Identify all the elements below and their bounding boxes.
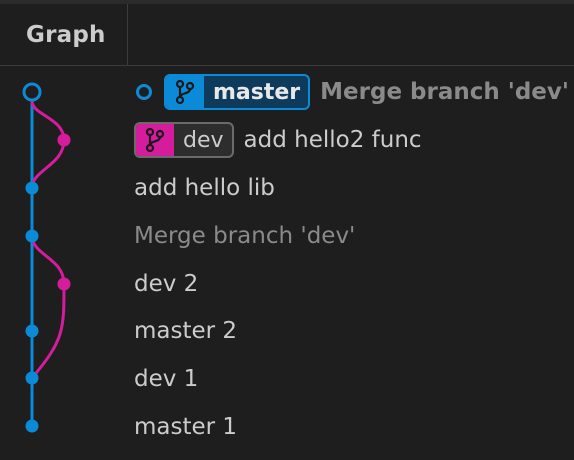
branch-icon	[166, 76, 204, 108]
commit-node-dev	[57, 133, 71, 147]
branch-badge-master[interactable]: master	[164, 74, 311, 110]
commit-message: dev 1	[134, 366, 199, 392]
dev-lane-curve-top	[30, 100, 66, 189]
commit-node	[25, 371, 39, 385]
commit-row[interactable]: master 1	[134, 403, 570, 451]
commit-message: add hello2 func	[243, 127, 422, 153]
commit-message: Merge branch 'dev'	[320, 79, 569, 105]
commit-row[interactable]: master 2	[134, 307, 570, 355]
commit-node	[25, 324, 39, 338]
commit-row[interactable]: master Merge branch 'dev'	[134, 68, 570, 116]
commit-node	[25, 419, 39, 433]
commit-message: dev 2	[134, 271, 199, 297]
commit-row[interactable]: dev 2	[134, 260, 570, 308]
commit-message: master 1	[134, 414, 238, 440]
commit-row[interactable]: dev add hello2 func	[134, 116, 570, 164]
branch-icon	[136, 124, 174, 156]
branch-badge-label: master	[213, 79, 301, 105]
commit-node-dev	[57, 277, 71, 291]
branch-badge-dev[interactable]: dev	[134, 122, 234, 158]
commit-node-head	[22, 82, 42, 102]
commit-row[interactable]: add hello lib	[134, 164, 570, 212]
commit-message: add hello lib	[134, 175, 275, 201]
commit-row[interactable]: dev 1	[134, 355, 570, 403]
commit-node	[25, 181, 39, 195]
dev-lane-curve-bottom	[30, 235, 66, 379]
commit-graph	[22, 82, 71, 433]
commit-row[interactable]: Merge branch 'dev'	[134, 212, 570, 260]
head-indicator-icon	[136, 84, 152, 100]
source-control-graph-panel: Graph master Merge branch 'dev' dev add …	[0, 0, 574, 460]
commit-node-merge	[25, 229, 39, 243]
commit-message: Merge branch 'dev'	[134, 223, 356, 249]
commit-message: master 2	[134, 318, 238, 344]
branch-badge-label: dev	[183, 127, 224, 153]
